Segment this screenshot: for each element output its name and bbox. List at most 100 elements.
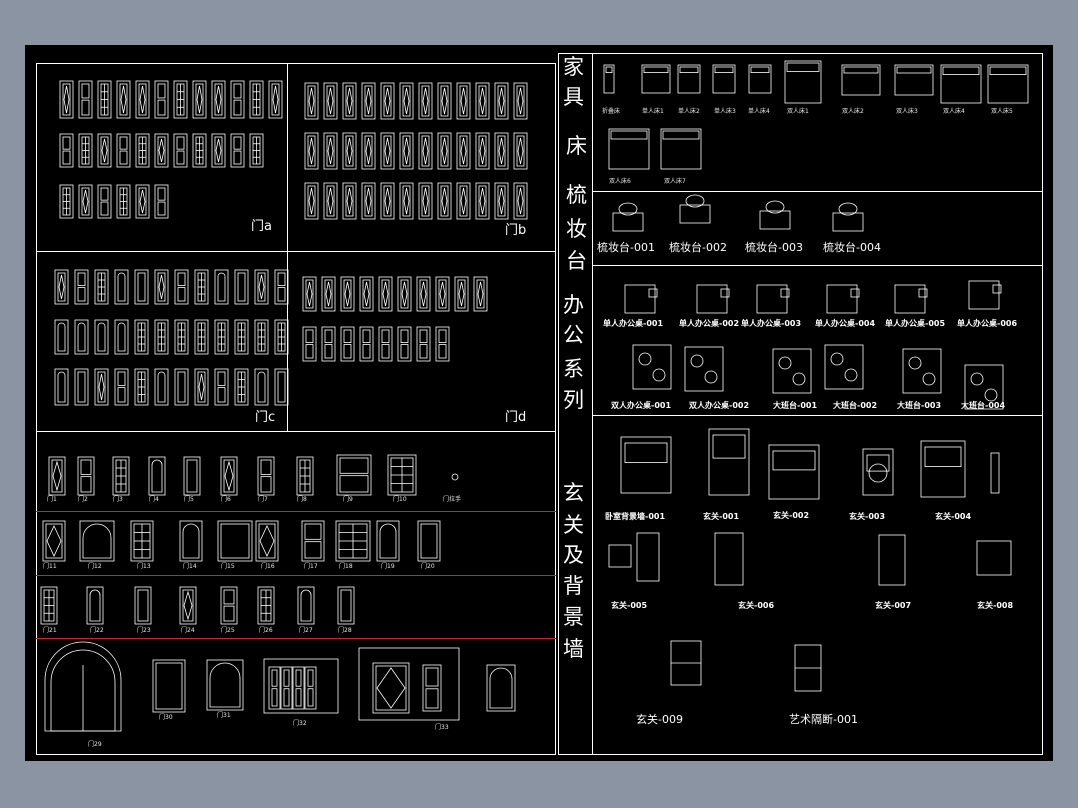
office-label: 双人办公桌-002 (689, 401, 750, 410)
left-outer-frame (36, 63, 556, 755)
title-char: 背 (563, 574, 584, 598)
row-separator-1 (36, 511, 556, 512)
office-label: 单人办公桌-001 (603, 319, 664, 328)
bed-label: 折叠床 (602, 108, 621, 115)
bed-label: 单人床4 (748, 108, 770, 115)
row-separator-2 (36, 575, 556, 576)
door-label: 门24 (181, 627, 195, 634)
door-label: 门5 (184, 496, 194, 503)
title-char: 床 (566, 134, 587, 158)
right-divider-3 (592, 415, 1043, 416)
left-divider-2 (36, 431, 556, 432)
dresser-label: 梳妆台-004 (823, 241, 881, 254)
entrance-label: 玄关-006 (738, 601, 775, 610)
door-label: 门13 (137, 563, 151, 570)
title-char: 妆 (566, 217, 587, 241)
left-vdivider-top (287, 63, 288, 431)
panel-label-b: 门b (505, 223, 527, 238)
door-label: 门33 (435, 724, 449, 731)
title-char: 玄 (563, 481, 584, 505)
door-label: 门31 (217, 712, 231, 719)
door-label: 门22 (90, 627, 104, 634)
door-label: 门27 (299, 627, 313, 634)
door-label: 门3 (113, 496, 123, 503)
title-char: 及 (563, 543, 584, 567)
door-label: 门19 (381, 563, 395, 570)
door-label: 门16 (261, 563, 275, 570)
entrance-label: 玄关-009 (636, 713, 683, 726)
dresser-label: 梳妆台-002 (669, 241, 727, 254)
office-label: 大班台-001 (773, 401, 818, 410)
entrance-label: 玄关-001 (703, 512, 740, 521)
door-label: 门21 (43, 627, 57, 634)
office-label: 单人办公桌-006 (957, 319, 1018, 328)
title-char: 梳 (566, 183, 587, 207)
office-label: 单人办公桌-004 (815, 319, 876, 328)
panel-label-d: 门d (505, 410, 527, 425)
title-char: 家 (563, 55, 584, 79)
dresser-label: 梳妆台-001 (597, 241, 655, 254)
title-char: 具 (563, 85, 584, 109)
bed-label: 双人床3 (896, 108, 918, 115)
door-label: 门拉手 (443, 496, 462, 503)
right-title-column-divider (592, 53, 593, 755)
right-divider-1 (592, 191, 1043, 192)
bed-label: 单人床1 (642, 108, 664, 115)
door-label: 门1 (47, 496, 57, 503)
title-char: 景 (563, 605, 584, 629)
row-separator-3 (36, 638, 556, 639)
office-label: 大班台-002 (833, 401, 878, 410)
door-label: 门2 (78, 496, 88, 503)
door-label: 门25 (221, 627, 235, 634)
title-char: 墙 (563, 637, 584, 661)
bed-label: 双人床1 (787, 108, 809, 115)
office-label: 大班台-003 (897, 401, 942, 410)
door-label: 门4 (149, 496, 159, 503)
bed-label: 双人床6 (609, 178, 631, 185)
office-label: 大班台-004 (961, 401, 1006, 410)
right-divider-2 (592, 265, 1043, 266)
bed-label: 双人床2 (842, 108, 864, 115)
door-label: 门26 (259, 627, 273, 634)
door-label: 门9 (343, 496, 353, 503)
entrance-label: 玄关-007 (875, 601, 912, 610)
cad-drawing-sheet: 门a 门b 门c 门d 门1 门2 门3 门4 门5 门6 门7 门8 门9 门… (25, 45, 1053, 761)
dresser-label: 梳妆台-003 (745, 241, 803, 254)
door-label: 门28 (338, 627, 352, 634)
door-label: 门23 (137, 627, 151, 634)
entrance-label: 卧室背景墙-001 (605, 512, 666, 521)
door-label: 门6 (221, 496, 231, 503)
bed-label: 单人床3 (714, 108, 736, 115)
left-divider-1 (36, 251, 556, 252)
title-char: 台 (566, 249, 587, 273)
door-label: 门12 (88, 563, 102, 570)
office-label: 单人办公桌-005 (885, 319, 946, 328)
office-label: 单人办公桌-002 (679, 319, 740, 328)
title-char: 公 (563, 323, 584, 347)
title-char: 办 (563, 293, 584, 317)
entrance-label: 艺术隔断-001 (789, 713, 858, 726)
door-label: 门8 (297, 496, 307, 503)
office-label: 双人办公桌-001 (611, 401, 672, 410)
title-char: 系 (563, 357, 584, 381)
bed-label: 双人床5 (991, 108, 1013, 115)
entrance-label: 玄关-004 (935, 512, 972, 521)
bed-label: 双人床7 (664, 178, 686, 185)
entrance-label: 玄关-008 (977, 601, 1014, 610)
door-label: 门20 (421, 563, 435, 570)
door-label: 门10 (393, 496, 407, 503)
title-char: 关 (563, 513, 584, 537)
entrance-label: 玄关-003 (849, 512, 886, 521)
door-label: 门30 (159, 714, 173, 721)
office-label: 单人办公桌-003 (741, 319, 802, 328)
door-label: 门11 (43, 563, 57, 570)
panel-label-c: 门c (255, 410, 276, 425)
door-label: 门15 (221, 563, 235, 570)
door-label: 门18 (339, 563, 353, 570)
door-label: 门7 (258, 496, 268, 503)
entrance-label: 玄关-002 (773, 511, 810, 520)
entrance-label: 玄关-005 (611, 601, 648, 610)
panel-label-a: 门a (251, 219, 272, 234)
door-label: 门32 (293, 720, 307, 727)
door-label: 门17 (304, 563, 318, 570)
